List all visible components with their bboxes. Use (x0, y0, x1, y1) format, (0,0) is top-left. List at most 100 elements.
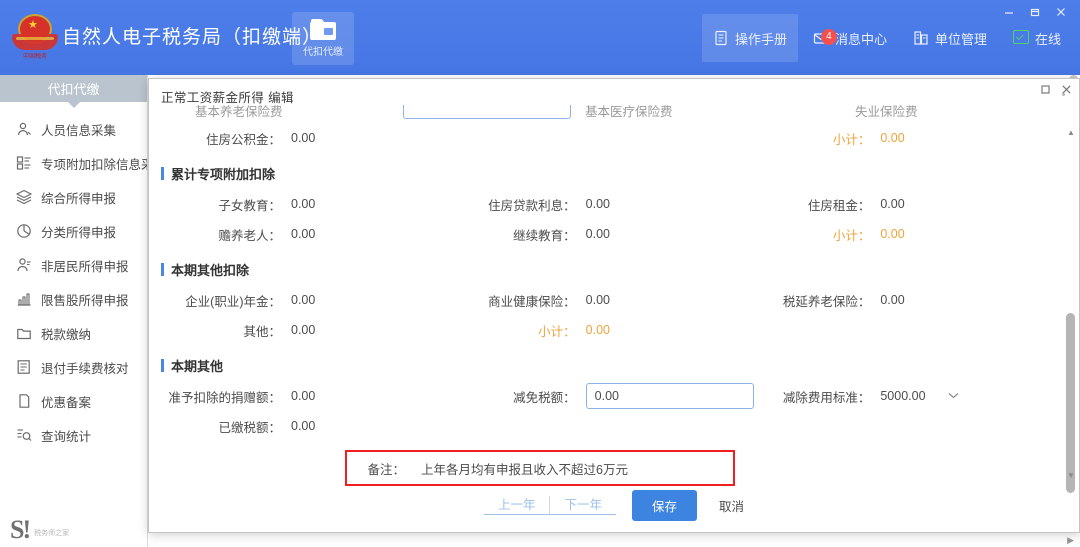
cancel-button[interactable]: 取消 (719, 496, 744, 515)
cut-off-top-row: 基本养老保险费 基本医疗保险费 失业保险费 (149, 105, 1079, 125)
page-title: 自然人电子税务局（扣缴端） (62, 27, 323, 48)
field-label: 住房公积金： (205, 132, 281, 147)
section-accent-bar (161, 167, 164, 180)
section-accent-bar (161, 263, 164, 276)
section-title: 累计专项附加扣除 (171, 167, 276, 182)
section-accent-bar (161, 359, 164, 372)
field-value: 0.00 (585, 323, 611, 337)
remark-value[interactable]: 上年各月均有申报且收入不超过6万元 (421, 459, 628, 478)
tax-bureau-emblem-icon: ★ 中国税务 (12, 12, 58, 62)
tab-withholding[interactable]: 代扣代缴 (292, 12, 354, 65)
sidebar-item-classified-income-declaration[interactable]: 分类所得申报 (0, 214, 147, 248)
field-value: 0.00 (880, 131, 905, 145)
monitor-check-icon (1012, 30, 1029, 46)
header-action-manual[interactable]: 操作手册 (701, 14, 798, 62)
dialog-close-icon[interactable] (1061, 82, 1072, 100)
dialog-vertical-scrollbar[interactable]: ▲ ▼ (1066, 129, 1075, 493)
field-subtotal-special-deduction: 小计： 0.00 (750, 225, 1045, 244)
field-label: 继续教育： (513, 228, 576, 243)
envelope-icon: 4 (813, 29, 837, 46)
scrollbar-thumb[interactable] (1066, 313, 1075, 493)
scrollbar-track[interactable] (1066, 135, 1075, 493)
sidebar-item-label: 查询统计 (41, 429, 92, 444)
field-label: 住房租金： (807, 198, 871, 213)
person-arrow-icon (16, 257, 32, 273)
header-action-online-label: 在线 (1034, 31, 1061, 47)
section2-row2: 其他： 0.00 小计： 0.00 (149, 315, 1079, 345)
application-window: ★ 中国税务 自然人电子税务局（扣缴端） 代扣代缴 操作手册 4 消息中心 单位… (0, 0, 1080, 547)
sidebar-item-tax-payment[interactable]: 税款缴纳 (0, 316, 147, 350)
section-header-current-other: 本期其他 (161, 356, 1079, 375)
field-label: 企业(职业)年金： (185, 294, 281, 309)
header-action-messages-label: 消息中心 (834, 31, 887, 47)
building-icon (913, 30, 929, 46)
field-value: 0.00 (291, 131, 316, 145)
tax-reduction-input[interactable] (585, 383, 754, 409)
content-horizontal-scrollbar[interactable]: ▶ (148, 533, 1080, 547)
field-housing-loan-interest: 住房贷款利息： 0.00 (456, 195, 751, 214)
prev-year-button[interactable]: 上一年 (483, 495, 551, 515)
layers-icon (16, 189, 32, 205)
save-button[interactable]: 保存 (632, 489, 698, 521)
next-year-button[interactable]: 下一年 (550, 496, 616, 515)
section1-row2: 赡养老人： 0.00 继续教育： 0.00 小计： 0.00 (149, 219, 1079, 249)
field-housing-rent: 住房租金： 0.00 (750, 195, 1045, 214)
sidebar-item-nonresident-income-declaration[interactable]: 非居民所得申报 (0, 248, 147, 282)
sidebar-menu: 人员信息采集 专项附加扣除信息采集 综合所得申报 分类所得申报 (0, 102, 147, 452)
bar-chart-icon (16, 291, 32, 307)
field-subtotal-other-deduction: 小计： 0.00 (456, 321, 751, 340)
field-enterprise-annuity: 企业(职业)年金： 0.00 (161, 291, 456, 310)
dialog-restore-icon[interactable] (1040, 82, 1051, 100)
cut-off-input[interactable] (403, 105, 571, 119)
header-action-manual-label: 操作手册 (734, 31, 787, 47)
sidebar-item-label: 非居民所得申报 (41, 259, 129, 274)
sidebar-item-label: 税款缴纳 (41, 327, 92, 342)
header-action-unit-management[interactable]: 单位管理 (902, 14, 998, 62)
field-value: 0.00 (291, 323, 316, 337)
field-label: 已缴税额： (218, 420, 281, 435)
wallet-icon (310, 19, 336, 40)
remark-highlight-box: 备注： 上年各月均有申报且收入不超过6万元 (345, 450, 735, 486)
scroll-down-arrow-icon[interactable]: ▼ (1067, 472, 1075, 480)
field-label: 小计： (832, 132, 871, 147)
field-children-education: 子女教育： 0.00 (161, 195, 456, 214)
dialog-footer: 上一年 下一年 保存 取消 (149, 489, 1079, 521)
sidebar-item-personnel-info[interactable]: 人员信息采集 (0, 112, 147, 146)
header-action-messages[interactable]: 4 消息中心 (802, 14, 898, 62)
sidebar-item-label: 分类所得申报 (41, 225, 117, 240)
sidebar-watermark: S! 税务师之家 (10, 517, 69, 543)
sidebar-item-preferential-filing[interactable]: 优惠备案 (0, 384, 147, 418)
field-value: 0.00 (585, 227, 611, 241)
field-label: 子女教育： (218, 198, 281, 213)
minimize-icon[interactable] (996, 2, 1022, 22)
section1-row1: 子女教育： 0.00 住房贷款利息： 0.00 住房租金： 0.00 (149, 189, 1079, 219)
sidebar-title: 代扣代缴 (0, 75, 147, 108)
field-label: 减除费用标准： (782, 390, 871, 405)
document-icon (713, 30, 729, 46)
folder-icon (16, 325, 32, 341)
field-label: 准予扣除的捐赠额： (168, 390, 281, 405)
housing-fund-row: 住房公积金： 0.00 小计： 0.00 (149, 123, 1079, 153)
field-value: 0.00 (880, 227, 905, 241)
section-header-current-other-deduction: 本期其他扣除 (161, 260, 1079, 279)
sidebar-item-refund-fee-check[interactable]: 退付手续费核对 (0, 350, 147, 384)
sidebar-item-query-statistics[interactable]: 查询统计 (0, 418, 147, 452)
cut-label-pension: 基本养老保险费 (195, 105, 283, 119)
field-tax-paid: 已缴税额： 0.00 (161, 417, 456, 436)
field-label: 赡养老人： (218, 228, 281, 243)
sidebar-item-label: 人员信息采集 (41, 123, 117, 138)
field-label: 税延养老保险： (782, 294, 871, 309)
sidebar-item-special-deduction-info[interactable]: 专项附加扣除信息采集 (0, 146, 147, 180)
sidebar-item-comprehensive-income-declaration[interactable]: 综合所得申报 (0, 180, 147, 214)
pie-chart-icon (16, 223, 32, 239)
section-title: 本期其他 (171, 359, 224, 374)
close-icon[interactable] (1048, 2, 1074, 22)
field-value: 0.00 (880, 293, 905, 307)
chevron-down-icon[interactable] (948, 390, 959, 402)
remark-label: 备注： (367, 462, 405, 477)
scroll-right-arrow-icon[interactable]: ▶ (1067, 535, 1074, 546)
person-card-icon (16, 121, 32, 137)
restore-icon[interactable] (1022, 2, 1048, 22)
sidebar-item-label: 优惠备案 (41, 395, 92, 410)
sidebar-item-restricted-stock-declaration[interactable]: 限售股所得申报 (0, 282, 147, 316)
